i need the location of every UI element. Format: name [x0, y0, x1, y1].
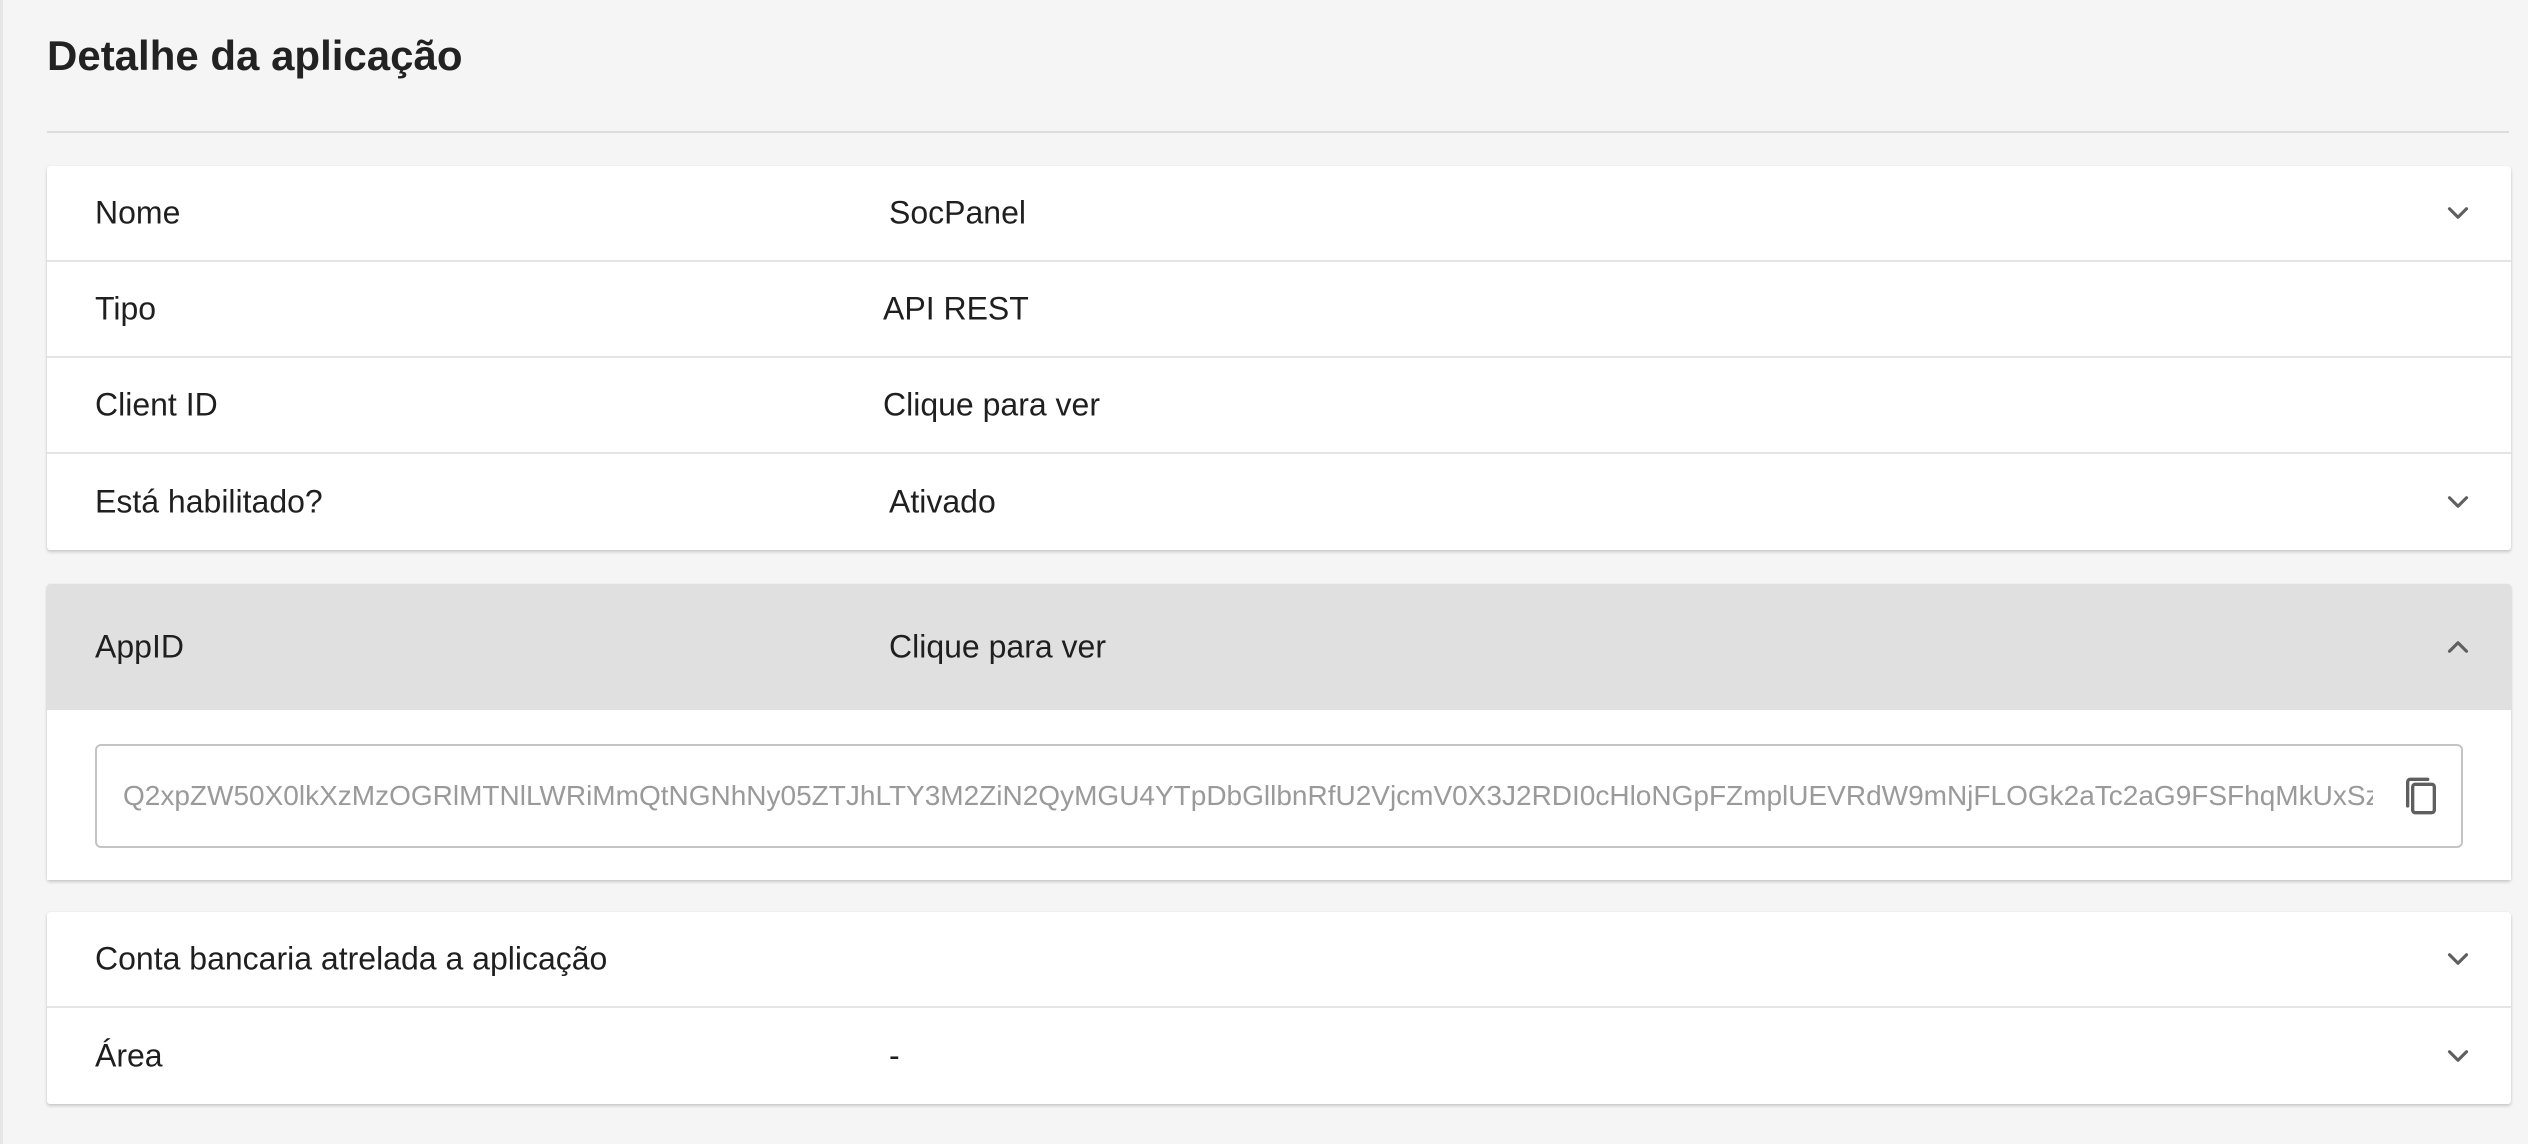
- row-client-id[interactable]: Client ID Clique para ver: [47, 358, 2511, 454]
- application-detail-page: Detalhe da aplicação Nome SocPanel Tipo …: [0, 0, 2528, 1144]
- copy-icon[interactable]: [2401, 774, 2441, 818]
- row-value: Ativado: [889, 483, 996, 520]
- row-label: Nome: [95, 194, 181, 231]
- appid-token-field[interactable]: Q2xpZW50X0lkXzMzOGRlMTNlLWRiMmQtNGNhNy05…: [95, 744, 2463, 848]
- chevron-down-icon[interactable]: [2441, 1039, 2475, 1073]
- row-label: Está habilitado?: [95, 483, 323, 520]
- row-area[interactable]: Área -: [47, 1008, 2511, 1104]
- row-label: Client ID: [95, 386, 218, 423]
- row-label: AppID: [95, 628, 184, 665]
- row-value: SocPanel: [889, 194, 1026, 231]
- row-label: Área: [95, 1037, 163, 1074]
- row-tipo: Tipo API REST: [47, 262, 2511, 358]
- row-label: Tipo: [95, 290, 157, 327]
- page-title: Detalhe da aplicação: [47, 32, 463, 79]
- chevron-down-icon[interactable]: [2441, 485, 2475, 519]
- extra-card: Conta bancaria atrelada a aplicação Área…: [47, 912, 2511, 1104]
- chevron-down-icon[interactable]: [2441, 942, 2475, 976]
- row-habilitado[interactable]: Está habilitado? Ativado: [47, 454, 2511, 550]
- title-divider: [47, 131, 2509, 133]
- row-label: Conta bancaria atrelada a aplicação: [95, 940, 608, 977]
- appid-card: AppID Clique para ver Q2xpZW50X0lkXzMzOG…: [47, 584, 2511, 880]
- appid-reveal[interactable]: Clique para ver: [889, 629, 1106, 666]
- row-value: API REST: [883, 290, 1029, 327]
- appid-token-text: Q2xpZW50X0lkXzMzOGRlMTNlLWRiMmQtNGNhNy05…: [123, 780, 2373, 811]
- client-id-reveal[interactable]: Clique para ver: [883, 387, 1100, 424]
- row-conta-bancaria[interactable]: Conta bancaria atrelada a aplicação: [47, 912, 2511, 1008]
- chevron-down-icon[interactable]: [2441, 196, 2475, 230]
- appid-accordion-header[interactable]: AppID Clique para ver: [47, 584, 2511, 710]
- appid-accordion-body: Q2xpZW50X0lkXzMzOGRlMTNlLWRiMmQtNGNhNy05…: [47, 710, 2511, 880]
- row-nome[interactable]: Nome SocPanel: [47, 166, 2511, 262]
- row-value: -: [889, 1037, 900, 1074]
- details-card: Nome SocPanel Tipo API REST Client ID Cl…: [47, 166, 2511, 550]
- chevron-up-icon[interactable]: [2441, 630, 2475, 664]
